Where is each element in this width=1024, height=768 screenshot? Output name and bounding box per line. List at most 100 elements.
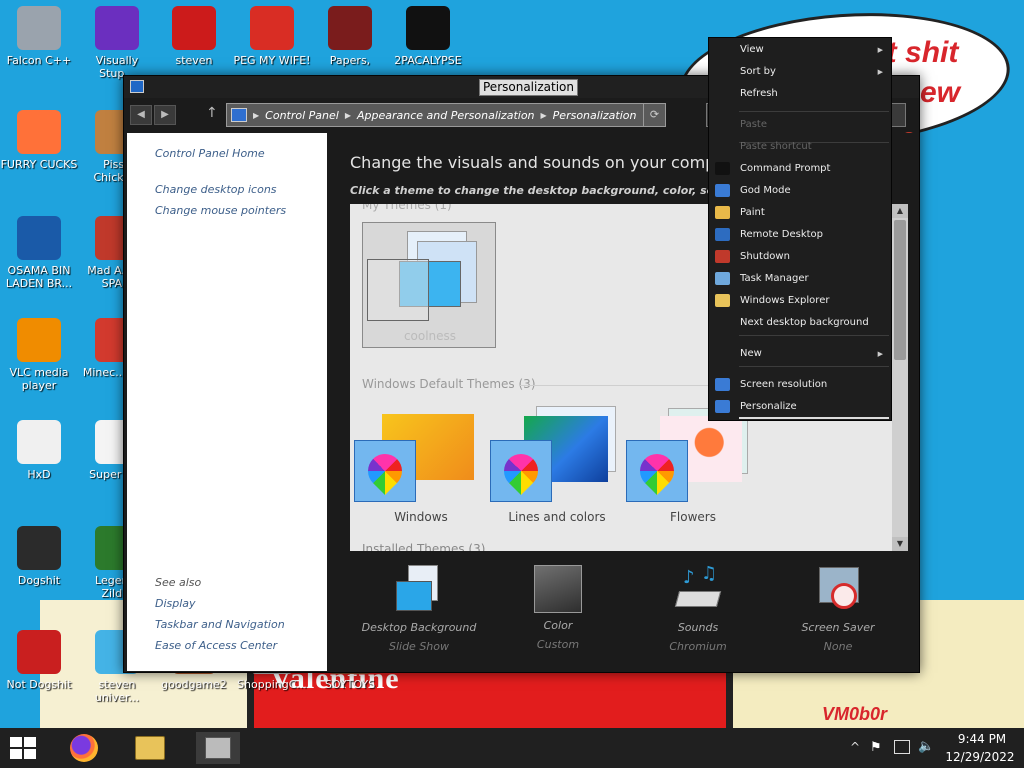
- color-button[interactable]: Color Custom: [498, 565, 618, 651]
- remote-desktop-icon: [715, 228, 730, 241]
- theme-lines-and-colors[interactable]: Lines and colors: [490, 406, 624, 530]
- theme-flowers[interactable]: Flowers: [626, 408, 760, 530]
- falcon-icon: [17, 526, 61, 570]
- menu-item-label: Personalize: [740, 401, 797, 412]
- scroll-down-icon[interactable]: ▼: [892, 537, 908, 551]
- menu-item-command-prompt[interactable]: Command Prompt: [709, 159, 893, 179]
- menu-item-screen-resolution[interactable]: Screen resolution: [709, 375, 893, 395]
- theme-list-scrollbar[interactable]: ▲ ▼: [892, 204, 908, 551]
- desktop-background-button[interactable]: Desktop Background Slide Show: [359, 565, 479, 653]
- clock-date[interactable]: 12/29/2022: [940, 750, 1020, 764]
- menu-separator: [739, 111, 889, 112]
- sounds-icon: ♪ ♫: [673, 563, 723, 615]
- menu-item-paint[interactable]: Paint: [709, 203, 893, 223]
- tray-overflow-icon[interactable]: ^: [850, 740, 860, 754]
- breadcrumb-arrow-icon: ▶: [540, 110, 547, 120]
- menu-item-windows-explorer[interactable]: Windows Explorer: [709, 291, 893, 311]
- menu-item-new[interactable]: New ▶: [709, 344, 893, 364]
- menu-item-personalize[interactable]: Personalize: [709, 397, 893, 417]
- flag-icon[interactable]: ⚑: [870, 740, 882, 755]
- wallpaper-signature: VM0b0r: [822, 704, 888, 724]
- p-logo-icon: [250, 6, 294, 50]
- desktop-icon[interactable]: FURRY CUCKS: [0, 110, 78, 171]
- sounds-button[interactable]: ♪ ♫ Sounds Chromium: [638, 563, 758, 653]
- clock-time[interactable]: 9:44 PM: [952, 732, 1012, 746]
- address-bar[interactable]: ▶ Control Panel ▶ Appearance and Persona…: [226, 103, 666, 127]
- network-icon[interactable]: [894, 740, 910, 754]
- menu-hover-underline: [739, 417, 889, 419]
- menu-item-view[interactable]: View ▶: [709, 40, 893, 60]
- breadcrumb-appearance[interactable]: Appearance and Personalization: [357, 109, 535, 122]
- refresh-icon[interactable]: ⟳: [643, 104, 665, 126]
- menu-item-god-mode[interactable]: God Mode: [709, 181, 893, 201]
- menu-item-next-desktop-background[interactable]: Next desktop background: [709, 313, 893, 333]
- color-fan-icon: [360, 446, 410, 496]
- menu-item-sort-by[interactable]: Sort by ▶: [709, 62, 893, 82]
- color-fan-icon: [632, 446, 682, 496]
- menu-item-label: Sort by: [740, 66, 776, 77]
- back-button[interactable]: ◀: [130, 105, 152, 125]
- menu-item-label: Next desktop background: [740, 317, 869, 328]
- theme-windows[interactable]: Windows: [354, 410, 488, 530]
- desktop-icon[interactable]: steven: [155, 6, 233, 67]
- menu-item-task-manager[interactable]: Task Manager: [709, 269, 893, 289]
- desktop-icon[interactable]: Dogshit: [0, 526, 78, 587]
- link-change-desktop-icons[interactable]: Change desktop icons: [155, 183, 277, 196]
- taskbar-firefox[interactable]: [62, 732, 106, 764]
- menu-item-label: Command Prompt: [740, 163, 831, 174]
- breadcrumb-personalization[interactable]: Personalization: [553, 109, 637, 122]
- theme-coolness[interactable]: coolness: [362, 222, 496, 348]
- menu-item-label: View: [740, 44, 764, 55]
- group-installed-themes: Installed Themes (3): [362, 542, 486, 551]
- theme-lines-name: Lines and colors: [508, 510, 606, 524]
- breadcrumb-control-panel[interactable]: Control Panel: [265, 109, 339, 122]
- menu-separator: [739, 335, 889, 336]
- desktop-icon-label: SOYTOYS: [324, 678, 376, 691]
- menu-item-refresh[interactable]: Refresh: [709, 84, 893, 104]
- scroll-up-icon[interactable]: ▲: [892, 204, 908, 218]
- desktop-icon-label: OSAMA BIN LADEN BR...: [5, 264, 73, 290]
- link-change-mouse-pointers[interactable]: Change mouse pointers: [155, 204, 286, 217]
- desktop-icon[interactable]: HxD: [0, 420, 78, 481]
- menu-item-remote-desktop[interactable]: Remote Desktop: [709, 225, 893, 245]
- taskbar-file-explorer[interactable]: [128, 732, 172, 764]
- desktop-icon-label: 2PACALYPSE: [394, 54, 462, 67]
- desktop-icon[interactable]: VLC media player: [0, 318, 78, 392]
- desktop-icon-label: steven: [175, 54, 213, 67]
- desktop-icon-label: ShoppingC...: [237, 678, 307, 691]
- desktop-icon[interactable]: Not Dogshit: [0, 630, 78, 691]
- recycle-bin-icon: [17, 6, 61, 50]
- scrollbar-thumb[interactable]: [894, 220, 906, 360]
- bubble-text-2: ew: [920, 76, 961, 109]
- menu-item-label: Refresh: [740, 88, 778, 99]
- sounds-label: Sounds: [677, 621, 719, 634]
- page-heading: Change the visuals and sounds on your co…: [350, 153, 749, 172]
- desktop-icon-label: Dogshit: [17, 574, 61, 587]
- desktop-icon[interactable]: OSAMA BIN LADEN BR...: [0, 216, 78, 290]
- volume-icon[interactable]: 🔈: [918, 739, 934, 754]
- theme-settings-bar: Desktop Background Slide Show Color Cust…: [327, 551, 917, 671]
- link-taskbar-navigation[interactable]: Taskbar and Navigation: [155, 618, 285, 631]
- paint-icon: [715, 206, 730, 219]
- screen-saver-button[interactable]: Screen Saver None: [778, 565, 898, 653]
- up-arrow-icon[interactable]: ↑: [206, 105, 218, 121]
- folder-icon: [135, 736, 165, 760]
- windows-logo-icon: [10, 737, 36, 759]
- desktop-icon[interactable]: Falcon C++: [0, 6, 78, 67]
- link-ease-of-access[interactable]: Ease of Access Center: [155, 639, 277, 652]
- desktop-icon-label: VLC media player: [9, 366, 69, 392]
- start-button[interactable]: [10, 737, 36, 759]
- link-control-panel-home[interactable]: Control Panel Home: [155, 147, 265, 160]
- desktop-icon[interactable]: Papers,: [311, 6, 389, 67]
- menu-item-shutdown[interactable]: Shutdown: [709, 247, 893, 267]
- taskbar-control-panel[interactable]: [196, 732, 240, 764]
- window-app-icon[interactable]: [130, 80, 144, 93]
- link-display[interactable]: Display: [155, 597, 196, 610]
- menu-item-label: Paste: [740, 119, 767, 130]
- desktop-icon[interactable]: 2PACALYPSE: [389, 6, 467, 67]
- personalize-icon: [715, 400, 730, 413]
- desktop-icon[interactable]: Visually Stup...: [78, 6, 156, 80]
- menu-item-label: New: [740, 348, 762, 359]
- desktop-icon[interactable]: PEG MY WIFE!: [233, 6, 311, 67]
- forward-button[interactable]: ▶: [154, 105, 176, 125]
